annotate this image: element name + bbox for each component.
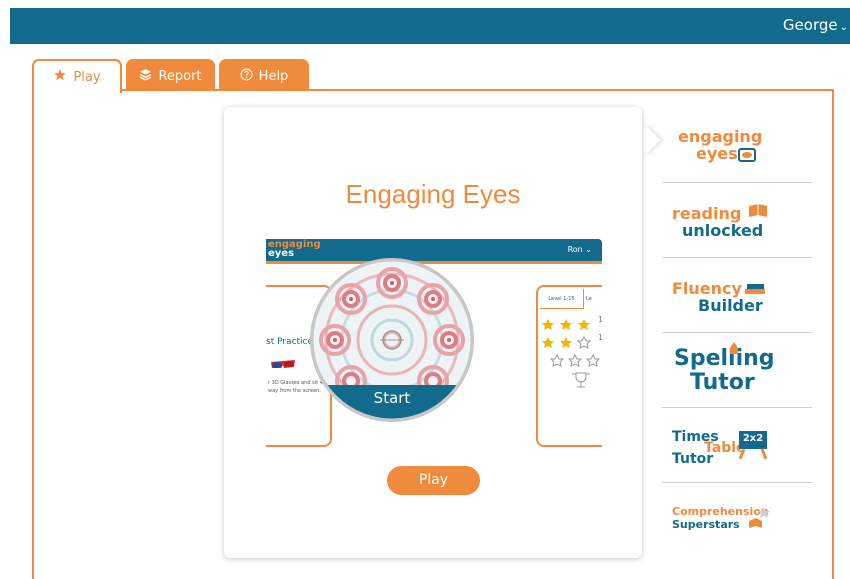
- book-star-icon: [748, 505, 772, 533]
- preview-user-name: Ron: [567, 245, 583, 254]
- tab-play[interactable]: Play: [32, 59, 122, 93]
- preview-level-tab-2: Le: [586, 296, 592, 302]
- product-reading-unlocked-line2: unlocked: [682, 221, 764, 240]
- product-fluency-builder[interactable]: Fluency Builder: [662, 258, 812, 333]
- chalkboard-icon: 2x2: [738, 430, 768, 460]
- preview-star-count-1: 1: [598, 315, 602, 324]
- preview-star-count-2: 1: [598, 333, 602, 342]
- book-icon: [748, 203, 768, 223]
- question-circle-icon: [240, 68, 253, 85]
- user-name: George: [782, 16, 838, 34]
- product-engaging-eyes[interactable]: engaging eyes: [662, 108, 812, 183]
- play-button[interactable]: Play: [387, 466, 480, 495]
- product-card: Engaging Eyes engaging eyes Ron ⌄ st Pra…: [224, 107, 642, 558]
- start-target[interactable]: Start: [309, 257, 475, 427]
- tab-play-label: Play: [73, 69, 101, 85]
- layers-icon: [139, 68, 152, 85]
- product-fluency-builder-line2: Builder: [698, 296, 763, 315]
- pencil-icon: [730, 339, 738, 358]
- product-spelling-tutor-line2: Tutor: [690, 370, 755, 395]
- tab-help-label: Help: [258, 68, 289, 84]
- preview-user: Ron ⌄: [567, 245, 592, 254]
- preview-logo: engaging eyes: [268, 240, 321, 259]
- top-bar: George ⌄: [10, 8, 850, 44]
- tab-report[interactable]: Report: [126, 59, 215, 91]
- preview-level-tab: Level 1-15: [540, 289, 584, 309]
- start-label: Start: [373, 389, 411, 407]
- product-spelling-tutor[interactable]: Spelling Tutor: [662, 333, 812, 408]
- tab-report-label: Report: [158, 68, 202, 84]
- product-title: Engaging Eyes: [345, 179, 521, 209]
- product-engaging-eyes-line1: engaging: [678, 127, 763, 146]
- user-menu[interactable]: George ⌄: [783, 16, 848, 34]
- product-comprehension-superstars[interactable]: Comprehension Superstars: [662, 483, 812, 558]
- product-times-table-tutor[interactable]: Times Table Tutor 2x2: [662, 408, 812, 483]
- preview-levels-card: Level 1-15 Le 1 1: [536, 285, 602, 447]
- 3d-glasses-icon: [270, 357, 296, 376]
- product-reading-unlocked[interactable]: reading unlocked: [662, 183, 812, 258]
- tab-help[interactable]: Help: [219, 59, 309, 91]
- times-table-badge: 2x2: [742, 433, 764, 444]
- product-spelling-tutor-line1: Spelling: [674, 346, 775, 371]
- chevron-down-icon: ⌄: [839, 22, 848, 33]
- preview-stars-icon: [542, 319, 601, 388]
- star-icon: [53, 68, 67, 86]
- eye-icon: [738, 147, 756, 166]
- books-icon: [744, 280, 766, 299]
